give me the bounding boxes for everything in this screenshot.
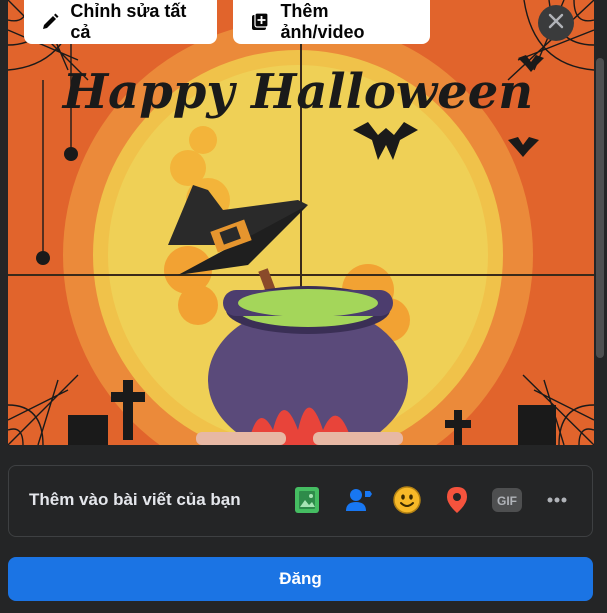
- gif-text: GIF: [497, 494, 517, 508]
- photo-option-button[interactable]: [289, 484, 325, 520]
- location-option-button[interactable]: [439, 484, 475, 520]
- close-button[interactable]: [538, 5, 574, 41]
- photo-preview[interactable]: Happy Halloween: [8, 0, 594, 445]
- tag-people-option-button[interactable]: [340, 484, 376, 520]
- scrollbar-thumb[interactable]: [596, 58, 604, 358]
- post-button[interactable]: Đăng: [8, 557, 593, 601]
- tag-people-icon: [343, 485, 373, 520]
- pencil-icon: [40, 11, 60, 33]
- gif-option-button[interactable]: GIF: [489, 484, 525, 520]
- location-icon: [442, 485, 472, 520]
- feeling-option-button[interactable]: [389, 484, 425, 520]
- edit-all-label: Chỉnh sửa tất cả: [70, 1, 187, 42]
- feeling-icon: [392, 485, 422, 520]
- gif-icon: GIF: [491, 485, 523, 520]
- add-media-button[interactable]: Thêm ảnh/video: [233, 0, 430, 44]
- photo-icon: [292, 485, 322, 520]
- halloween-image: Happy Halloween: [8, 0, 594, 445]
- add-media-label: Thêm ảnh/video: [280, 1, 365, 42]
- add-photo-icon: [249, 11, 270, 33]
- more-options-button[interactable]: [539, 484, 575, 520]
- more-icon: [542, 485, 572, 520]
- post-button-label: Đăng: [279, 569, 322, 588]
- edit-all-button[interactable]: Chỉnh sửa tất cả: [24, 0, 217, 44]
- add-to-post-box: Thêm vào bài viết của bạn GIF: [8, 465, 593, 537]
- add-to-post-label: Thêm vào bài viết của bạn: [29, 490, 241, 509]
- halloween-title: Happy Halloween: [61, 64, 533, 120]
- close-icon: [548, 13, 564, 34]
